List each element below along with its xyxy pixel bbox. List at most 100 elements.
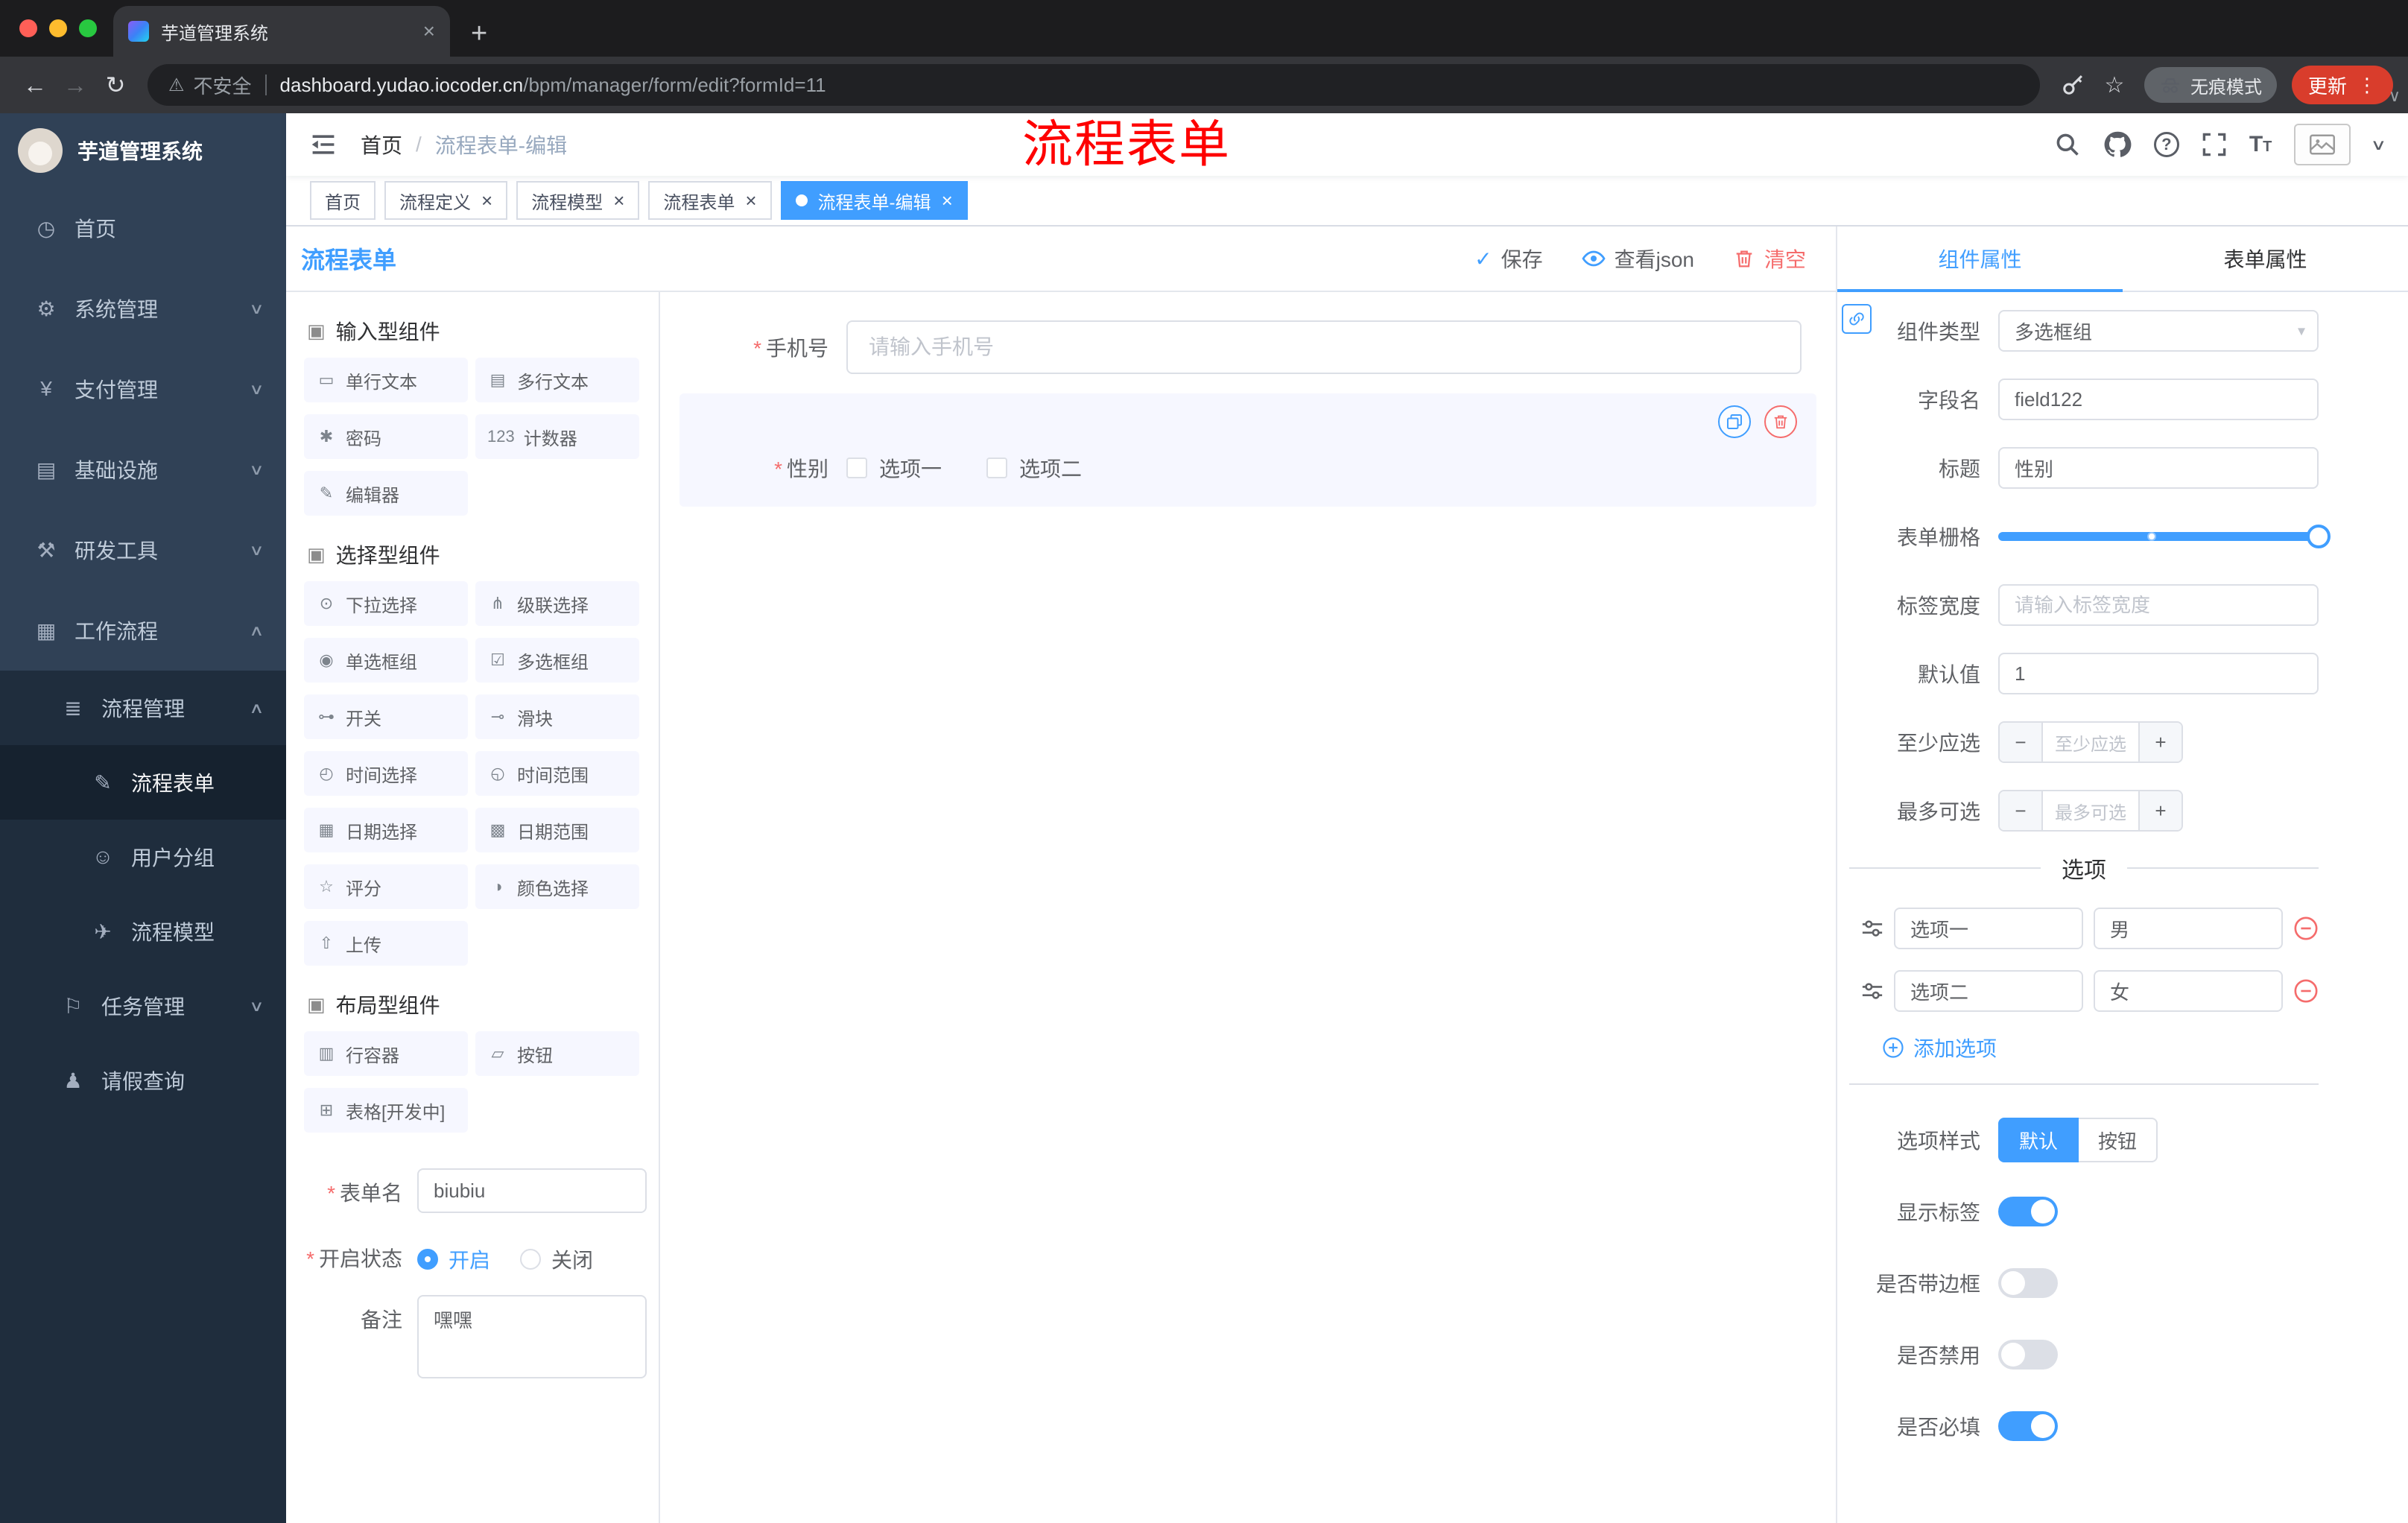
- disabled-switch[interactable]: [1998, 1340, 2058, 1370]
- radio-option-enabled[interactable]: 开启: [417, 1244, 490, 1274]
- window-maximize-button[interactable]: [79, 19, 97, 37]
- sidebar-item-task-manage[interactable]: ⚐ 任务管理 ∨: [0, 969, 286, 1043]
- sidebar-item-devtools[interactable]: ⚒ 研发工具 ∨: [0, 510, 286, 590]
- sidebar-toggle-icon[interactable]: [310, 131, 337, 158]
- form-remark-textarea[interactable]: 嘿嘿: [417, 1295, 647, 1378]
- copy-field-icon[interactable]: [1718, 405, 1751, 438]
- drag-handle-icon[interactable]: [1861, 980, 1883, 1002]
- component-cascader[interactable]: ⋔ 级联选择: [475, 581, 639, 626]
- component-editor[interactable]: ✎ 编辑器: [304, 471, 468, 516]
- max-select-placeholder[interactable]: 最多可选: [2041, 791, 2140, 830]
- component-type-value[interactable]: [1998, 310, 2319, 352]
- drag-handle-icon[interactable]: [1861, 917, 1883, 940]
- component-single-line-text[interactable]: ▭ 单行文本: [304, 358, 468, 402]
- radio-option-disabled[interactable]: 关闭: [520, 1244, 593, 1274]
- remove-option-icon[interactable]: [2293, 978, 2319, 1004]
- browser-tab[interactable]: 芋道管理系统 ×: [113, 6, 450, 57]
- sidebar-item-home[interactable]: ◷ 首页: [0, 188, 286, 268]
- component-checkbox-group[interactable]: ☑ 多选框组: [475, 638, 639, 683]
- default-value-input[interactable]: [1998, 653, 2319, 694]
- fullscreen-icon[interactable]: [2202, 132, 2227, 157]
- address-bar[interactable]: ⚠ 不安全 dashboard.yudao.iocoder.cn/bpm/man…: [148, 64, 2040, 106]
- sidebar-item-process-form[interactable]: ✎ 流程表单: [0, 745, 286, 820]
- component-switch[interactable]: ⊶ 开关: [304, 694, 468, 739]
- toolbar-caret-icon[interactable]: ∨: [2389, 86, 2401, 106]
- option-label-input[interactable]: [1894, 908, 2083, 949]
- component-slider[interactable]: ⊸ 滑块: [475, 694, 639, 739]
- bookmark-star-icon[interactable]: ☆: [2094, 72, 2135, 98]
- option-value-input[interactable]: [2094, 970, 2283, 1012]
- show-label-switch[interactable]: [1998, 1197, 2058, 1226]
- new-tab-button[interactable]: +: [471, 19, 487, 48]
- component-color-picker[interactable]: ◑ 颜色选择: [475, 864, 639, 909]
- sidebar-item-workflow[interactable]: ▦ 工作流程 ∧: [0, 590, 286, 671]
- form-canvas[interactable]: * 手机号 请输入手机号 * 性别 选项一 选项二: [660, 292, 1836, 1523]
- decrease-icon[interactable]: −: [2000, 791, 2041, 830]
- sidebar-item-payment[interactable]: ¥ 支付管理 ∨: [0, 349, 286, 429]
- option-label-input[interactable]: [1894, 970, 2083, 1012]
- tag-process-definition[interactable]: 流程定义 ×: [384, 181, 508, 220]
- form-name-input[interactable]: [417, 1168, 647, 1213]
- sidebar-item-user-group[interactable]: ☺ 用户分组: [0, 820, 286, 894]
- add-option-button[interactable]: 添加选项: [1882, 1033, 2319, 1063]
- save-button[interactable]: ✓ 保存: [1474, 244, 1542, 273]
- bordered-switch[interactable]: [1998, 1268, 2058, 1298]
- min-select-placeholder[interactable]: 至少应选: [2041, 723, 2140, 762]
- browser-update-button[interactable]: 更新 ⋮: [2291, 66, 2393, 104]
- reload-icon[interactable]: ↻: [95, 71, 136, 99]
- window-minimize-button[interactable]: [49, 19, 67, 37]
- component-counter[interactable]: 123 计数器: [475, 414, 639, 459]
- font-size-icon[interactable]: TT: [2249, 132, 2272, 157]
- increase-icon[interactable]: +: [2140, 791, 2182, 830]
- view-json-button[interactable]: 查看json: [1582, 244, 1694, 273]
- increase-icon[interactable]: +: [2140, 723, 2182, 762]
- component-date-range[interactable]: ▩ 日期范围: [475, 808, 639, 852]
- option-value-input[interactable]: [2094, 908, 2283, 949]
- tag-close-icon[interactable]: ×: [613, 191, 624, 210]
- phone-field-row[interactable]: * 手机号: [679, 313, 1816, 381]
- avatar[interactable]: [2294, 124, 2351, 165]
- tab-form-props[interactable]: 表单属性: [2123, 227, 2408, 291]
- sidebar-logo[interactable]: 芋道管理系统: [0, 113, 286, 188]
- gender-field-row[interactable]: * 性别 选项一 选项二: [679, 393, 1816, 507]
- tag-process-model[interactable]: 流程模型 ×: [516, 181, 640, 220]
- component-rate[interactable]: ☆ 评分: [304, 864, 468, 909]
- avatar-caret-icon[interactable]: ∨: [2371, 136, 2387, 154]
- checkbox-option-1[interactable]: 选项一: [846, 453, 942, 483]
- forward-icon[interactable]: →: [55, 72, 95, 99]
- back-icon[interactable]: ←: [15, 72, 55, 99]
- component-button[interactable]: ▱ 按钮: [475, 1031, 639, 1076]
- component-date-picker[interactable]: ▦ 日期选择: [304, 808, 468, 852]
- tag-process-form-edit[interactable]: 流程表单-编辑 ×: [780, 181, 968, 220]
- component-type-select[interactable]: ▾: [1998, 310, 2319, 352]
- tag-close-icon[interactable]: ×: [481, 191, 492, 210]
- component-select[interactable]: ⊙ 下拉选择: [304, 581, 468, 626]
- slider-handle[interactable]: [2307, 525, 2331, 548]
- help-icon[interactable]: ?: [2153, 132, 2179, 157]
- component-time-picker[interactable]: ◴ 时间选择: [304, 751, 468, 796]
- github-icon[interactable]: [2103, 130, 2132, 159]
- remove-option-icon[interactable]: [2293, 916, 2319, 941]
- tag-close-icon[interactable]: ×: [745, 191, 756, 210]
- sidebar-item-process-model[interactable]: ✈ 流程模型: [0, 894, 286, 969]
- title-input[interactable]: [1998, 447, 2319, 489]
- phone-field-input[interactable]: [846, 320, 1802, 374]
- decrease-icon[interactable]: −: [2000, 723, 2041, 762]
- clear-button[interactable]: 清空: [1733, 244, 1806, 273]
- component-row-container[interactable]: ▥ 行容器: [304, 1031, 468, 1076]
- label-width-input[interactable]: [1998, 584, 2319, 626]
- required-switch[interactable]: [1998, 1411, 2058, 1441]
- grid-slider[interactable]: [1998, 516, 2331, 557]
- search-icon[interactable]: [2054, 131, 2081, 158]
- component-radio-group[interactable]: ◉ 单选框组: [304, 638, 468, 683]
- checkbox-option-2[interactable]: 选项二: [986, 453, 1082, 483]
- component-multi-line-text[interactable]: ▤ 多行文本: [475, 358, 639, 402]
- tag-process-form[interactable]: 流程表单 ×: [648, 181, 772, 220]
- tab-component-props[interactable]: 组件属性: [1837, 227, 2123, 292]
- window-close-button[interactable]: [19, 19, 37, 37]
- link-button[interactable]: [1842, 304, 1872, 334]
- sidebar-item-infrastructure[interactable]: ▤ 基础设施 ∨: [0, 429, 286, 510]
- sidebar-item-system[interactable]: ⚙ 系统管理 ∨: [0, 268, 286, 349]
- breadcrumb-home[interactable]: 首页: [361, 130, 402, 159]
- style-default-button[interactable]: 默认: [1998, 1118, 2079, 1162]
